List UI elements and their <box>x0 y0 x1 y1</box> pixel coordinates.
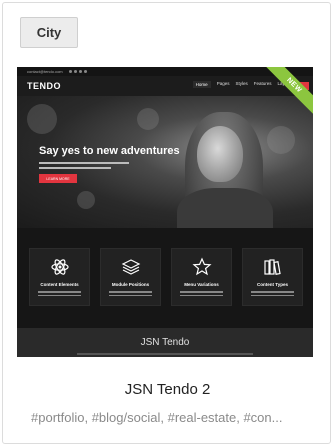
star-icon <box>191 257 212 276</box>
template-title[interactable]: JSN Tendo 2 <box>0 381 335 398</box>
preview-feature: Content Types <box>242 248 303 306</box>
preview-menu-item: Pages <box>216 81 230 86</box>
preview-topbar-email: contact@tendo.com <box>27 69 63 74</box>
new-ribbon: NEW <box>262 67 313 119</box>
category-city-button[interactable]: City <box>20 17 78 48</box>
preview-hero-button: LEARN MORE <box>39 174 77 183</box>
preview-logo: TENDO <box>27 81 61 91</box>
preview-hero-text <box>39 162 129 172</box>
category-button-label: City <box>36 25 62 40</box>
new-ribbon-label: NEW <box>262 67 313 119</box>
preview-feature-title: Menu Variations <box>184 282 219 287</box>
hero-person-face <box>197 126 243 182</box>
template-tags: #portfolio, #blog/social, #real-estate, … <box>31 410 283 425</box>
layers-icon <box>121 259 140 275</box>
preview-menu-item: Styles <box>235 81 248 86</box>
atom-icon <box>50 259 69 275</box>
books-icon <box>263 259 281 275</box>
preview-feature: Menu Variations <box>171 248 232 306</box>
preview-feature: Module Positions <box>100 248 161 306</box>
preview-footer-title: JSN Tendo <box>140 337 190 348</box>
preview-feature-title: Content Elements <box>40 282 79 287</box>
preview-feature-title: Content Types <box>257 282 288 287</box>
preview-social-icons <box>68 70 87 73</box>
preview-hero-title: Say yes to new adventures <box>39 145 180 157</box>
template-preview-image[interactable]: contact@tendo.com TENDO Home Pages Style… <box>17 67 313 357</box>
preview-features: Content Elements Module Positions Menu V… <box>17 228 313 328</box>
preview-feature-title: Module Positions <box>111 282 150 287</box>
preview-footer: JSN Tendo <box>17 328 313 357</box>
preview-menu-item: Home <box>192 81 211 88</box>
preview-feature: Content Elements <box>29 248 90 306</box>
